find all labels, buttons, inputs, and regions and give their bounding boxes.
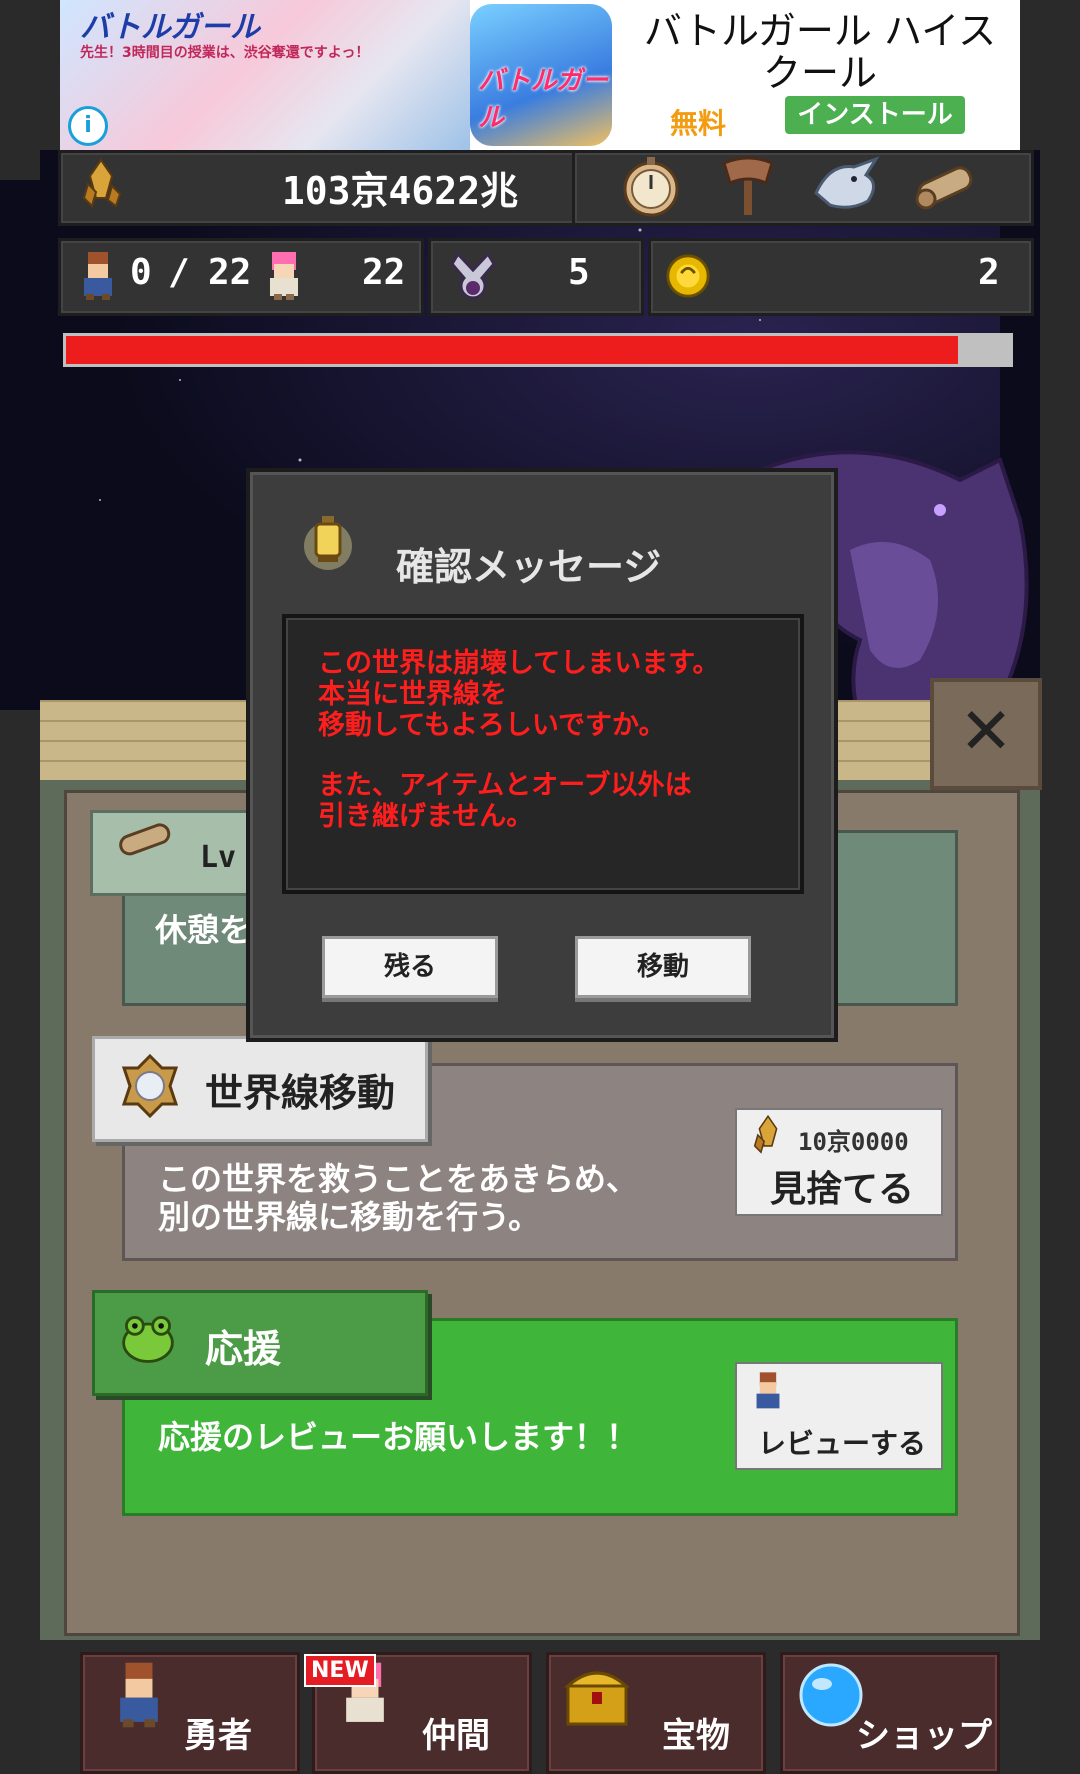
stay-button[interactable]: 残る — [322, 936, 498, 998]
hero-icon — [120, 1662, 158, 1728]
dialog-title: 確認メッセージ — [396, 545, 662, 589]
nav-shop-label: ショップ — [856, 1716, 992, 1756]
worldline-desc-line2: 別の世界線に移動を行う。 — [158, 1198, 541, 1236]
worldline-desc-line1: この世界を救うことをあきらめ、 — [158, 1160, 639, 1198]
worldline-card-title: 世界線移動 — [205, 1071, 396, 1115]
ring-icon — [450, 251, 496, 300]
ad-title[interactable]: バトルガール ハイスクール — [640, 10, 1000, 94]
ad-install-button[interactable]: インストール — [785, 96, 965, 134]
ad-logo: バトルガール — [80, 10, 260, 45]
scroll-icon — [119, 823, 171, 856]
support-card-desc: 応援のレビューお願いします！！ — [158, 1418, 639, 1456]
orb-count: 2 — [978, 252, 1000, 293]
gold-crystal-icon — [753, 1114, 778, 1154]
dialog-message-warning: この世界は崩壊してしまいます。 本当に世界線を 移動してもよろしいですか。 — [318, 648, 720, 741]
nav-hero-label: 勇者 — [184, 1716, 252, 1756]
axe-icon[interactable] — [712, 153, 786, 217]
orb-icon — [666, 254, 710, 298]
ad-banner[interactable]: バトルガール 先生！3時間目の授業は、渋谷奪還ですよっ！ i バトルガール バト… — [60, 0, 1020, 150]
gold-value: 103京4622兆 — [281, 169, 519, 213]
treasure-chest-icon — [564, 1671, 630, 1726]
rest-card-level: Lv — [200, 840, 237, 875]
hero-count-separator: / — [168, 252, 190, 293]
new-badge: NEW — [304, 1654, 376, 1687]
abandon-button-label: 見捨てる — [770, 1169, 915, 1210]
worldline-card-desc: この世界を救うことをあきらめ、 別の世界線に移動を行う。 — [158, 1160, 638, 1236]
hero-icon — [756, 1372, 780, 1409]
hero-icon — [84, 252, 112, 300]
review-button-label: レビューする — [758, 1427, 927, 1460]
ad-app-icon[interactable]: バトルガール — [470, 4, 612, 146]
dialog-message-note: また、アイテムとオーブ以外は 引き継げません。 — [318, 770, 692, 832]
hero-count-max: 22 — [208, 252, 252, 293]
ad-app-icon-text: バトルガール — [478, 66, 609, 133]
hero-count-current: 0 — [130, 252, 152, 293]
lantern-icon — [304, 516, 352, 570]
dragon-head-icon[interactable] — [810, 153, 884, 217]
hp-bar-fill — [66, 336, 959, 364]
mirror-icon — [121, 1054, 179, 1118]
move-button[interactable]: 移動 — [575, 936, 751, 998]
close-icon[interactable]: ✕ — [930, 678, 1042, 790]
nav-ally-label: 仲間 — [422, 1716, 490, 1756]
gold-crystal-icon — [82, 158, 122, 208]
support-card-title: 応援 — [205, 1327, 282, 1371]
stopwatch-icon[interactable] — [614, 153, 688, 217]
frog-icon — [122, 1316, 174, 1363]
ring-count: 5 — [568, 252, 590, 293]
ally-icon — [270, 252, 298, 300]
ad-price: 無料 — [670, 107, 727, 140]
ad-banner-image[interactable]: バトルガール 先生！3時間目の授業は、渋谷奪還ですよっ！ i — [60, 0, 470, 150]
ad-tagline: 先生！3時間目の授業は、渋谷奪還ですよっ！ — [80, 45, 370, 61]
rest-card-desc: 休憩を — [155, 911, 252, 949]
info-icon[interactable]: i — [68, 106, 108, 146]
ally-count: 22 — [362, 252, 406, 293]
abandon-cost: 10京0000 — [798, 1128, 909, 1156]
nav-treasure-label: 宝物 — [662, 1716, 730, 1756]
scroll-icon[interactable] — [908, 153, 982, 217]
